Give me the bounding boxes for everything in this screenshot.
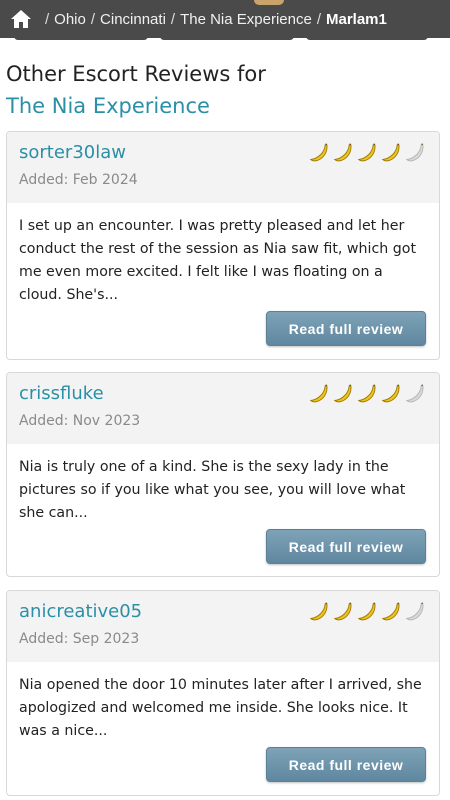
breadcrumb-separator: / (170, 10, 176, 28)
read-full-review-button[interactable]: Read full review (266, 747, 426, 782)
banana-icon (308, 383, 331, 410)
banana-icon (356, 383, 379, 410)
breadcrumb-cincinnati[interactable]: Cincinnati (100, 11, 166, 28)
breadcrumb-ohio[interactable]: Ohio (54, 11, 86, 28)
read-full-review-button[interactable]: Read full review (266, 311, 426, 346)
breadcrumb-provider[interactable]: The Nia Experience (180, 11, 312, 28)
logo-fragment (254, 0, 284, 5)
banana-icon (332, 601, 355, 628)
tab-fragment (160, 34, 294, 40)
review-excerpt: Nia opened the door 10 minutes later aft… (19, 677, 422, 739)
rating (308, 601, 427, 628)
review-header: crissfluke Added: Nov 2023 (7, 373, 439, 444)
breadcrumb-current: Marlam1 (325, 10, 387, 28)
banana-icon (404, 383, 427, 410)
banana-icon (380, 383, 403, 410)
rating (308, 383, 427, 410)
review-date: Added: Nov 2023 (19, 413, 141, 429)
review-date: Added: Sep 2023 (19, 631, 140, 647)
tab-fragment (306, 34, 428, 40)
home-icon[interactable] (10, 9, 32, 29)
review-card: anicreative05 Added: Sep 2023 Nia opened… (6, 590, 440, 796)
banana-icon (308, 601, 331, 628)
provider-link[interactable]: The Nia Experience (6, 94, 210, 118)
banana-icon (332, 142, 355, 169)
review-date: Added: Feb 2024 (19, 172, 138, 188)
banana-icon (404, 601, 427, 628)
rating (308, 142, 427, 169)
review-excerpt: Nia is truly one of a kind. She is the s… (19, 459, 406, 521)
banana-icon (356, 601, 379, 628)
review-header: sorter30law Added: Feb 2024 (7, 132, 439, 203)
banana-icon (308, 142, 331, 169)
read-full-review-button[interactable]: Read full review (266, 529, 426, 564)
section-title-prefix: Other Escort Reviews for (6, 62, 266, 86)
breadcrumb-separator: / (316, 10, 321, 28)
breadcrumb-separator: / (90, 10, 96, 28)
review-excerpt: I set up an encounter. I was pretty plea… (19, 218, 417, 303)
banana-icon (380, 601, 403, 628)
review-card: sorter30law Added: Feb 2024 I set up an … (6, 131, 440, 360)
review-header: anicreative05 Added: Sep 2023 (7, 591, 439, 662)
review-card: crissfluke Added: Nov 2023 Nia is truly … (6, 372, 440, 577)
banana-icon (332, 383, 355, 410)
banana-icon (380, 142, 403, 169)
banana-icon (356, 142, 379, 169)
tab-fragment (14, 34, 148, 40)
breadcrumb-bar: / Ohio / Cincinnati / The Nia Experience… (0, 0, 450, 38)
breadcrumb-separator: / (45, 10, 50, 28)
banana-icon (404, 142, 427, 169)
section-title: Other Escort Reviews for The Nia Experie… (6, 58, 306, 122)
